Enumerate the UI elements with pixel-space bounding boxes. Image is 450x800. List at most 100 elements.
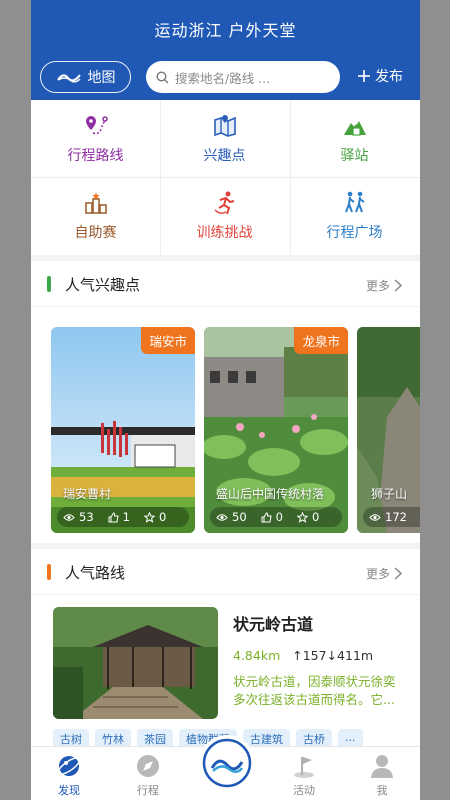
poi-stats: 50 0 0 (210, 507, 342, 527)
category-station[interactable]: 驿站 (290, 100, 419, 177)
route-pin-icon (85, 115, 108, 134)
views-count: 53 (79, 510, 94, 524)
favs-count: 0 (311, 510, 320, 524)
route-description: 状元岭古道，因泰顺状元徐奕多次往返该古道而得名。它... (233, 674, 396, 707)
likes-stat: 1 (108, 510, 130, 524)
flag-icon (294, 757, 314, 778)
star-icon (143, 511, 155, 523)
chevron-right-icon (394, 567, 402, 580)
favs-count: 0 (158, 510, 167, 524)
tab-itinerary[interactable]: 行程 (118, 753, 178, 798)
map-icon (213, 114, 236, 137)
poi-name: 盛山后中国传统村落 (216, 487, 325, 501)
app-header: 运动浙江 户外天堂 地图 搜索地名/路线 ... 发布 (31, 0, 420, 100)
section-header: 人气兴趣点 更多 (31, 261, 420, 307)
likes-stat: 0 (261, 510, 283, 524)
tab-label: 我 (376, 784, 388, 797)
views-count: 50 (232, 510, 247, 524)
category-itinerary-route[interactable]: 行程路线 (31, 100, 160, 177)
category-training-challenge[interactable]: 训练挑战 (160, 177, 289, 254)
app-title: 运动浙江 户外天堂 (154, 21, 297, 40)
city-tag: 瑞安市 (141, 327, 195, 354)
category-label: 行程广场 (326, 224, 383, 241)
logo-icon (202, 738, 252, 788)
publish-label: 发布 (375, 69, 403, 85)
poi-stats: 172 (363, 507, 420, 527)
tab-activity[interactable]: 活动 (274, 753, 334, 798)
category-poi[interactable]: 兴趣点 (160, 100, 289, 177)
map-button[interactable]: 地图 (40, 61, 131, 93)
planet-icon (57, 756, 81, 776)
poi-card[interactable]: 狮子山 172 (357, 327, 420, 533)
views-count: 172 (385, 510, 407, 524)
station-icon (343, 120, 366, 136)
views-stat: 53 (63, 510, 94, 524)
more-link[interactable]: 更多 (366, 277, 402, 294)
poi-name: 瑞安曹村 (63, 487, 112, 501)
poi-photo (51, 327, 195, 533)
category-label: 行程路线 (67, 147, 124, 164)
hikers-icon (344, 191, 365, 212)
section-divider (31, 306, 420, 307)
route-elevation: ↑157↓411m (292, 648, 374, 663)
category-grid: 行程路线 兴趣点 驿站 自助赛 训练挑战 行程广场 (31, 100, 420, 255)
section-header: 人气路线 更多 (31, 549, 420, 595)
favs-stat: 0 (296, 510, 320, 524)
favs-stat: 0 (143, 510, 167, 524)
popular-route-section: 人气路线 更多 状元岭古道 4.84km ↑157↓411m 状元岭古道，因泰顺… (31, 549, 420, 749)
more-label: 更多 (365, 279, 390, 293)
right-backdrop (420, 0, 450, 800)
poi-photo (357, 327, 420, 533)
section-title: 人气兴趣点 (65, 276, 141, 294)
category-itinerary-plaza[interactable]: 行程广场 (290, 177, 419, 254)
poi-card[interactable]: 龙泉市 盛山后中国传统村落 50 0 0 (204, 327, 348, 533)
poi-card[interactable]: 瑞安市 瑞安曹村 53 1 0 (51, 327, 195, 533)
tab-discover[interactable]: 发现 (39, 753, 99, 798)
thumb-up-icon (261, 511, 272, 522)
tab-label: 行程 (137, 784, 159, 797)
tab-label: 发现 (58, 784, 80, 797)
map-button-label: 地图 (87, 70, 116, 86)
route-title[interactable]: 状元岭古道 (233, 611, 313, 635)
category-self-race[interactable]: 自助赛 (31, 177, 160, 254)
user-icon (371, 755, 393, 778)
views-stat: 172 (369, 510, 407, 524)
eye-icon (216, 513, 228, 521)
section-divider (31, 594, 420, 595)
route-meta: 4.84km ↑157↓411m (233, 648, 373, 663)
tab-me[interactable]: 我 (352, 753, 412, 798)
search-icon (156, 70, 169, 83)
popular-poi-section: 人气兴趣点 更多 瑞安市 瑞安曹村 53 1 0 龙泉市 盛山后中国传统村落 5… (31, 261, 420, 543)
route-photo-image (53, 607, 218, 719)
runner-icon (213, 191, 234, 214)
eye-icon (369, 513, 381, 521)
thumb-up-icon (108, 511, 119, 522)
plus-icon (358, 70, 370, 82)
search-input[interactable]: 搜索地名/路线 ... (146, 61, 340, 93)
tab-label: 活动 (293, 784, 315, 797)
category-label: 驿站 (340, 147, 369, 164)
poi-name: 狮子山 (371, 487, 408, 501)
likes-count: 1 (122, 510, 130, 524)
city-tag: 龙泉市 (294, 327, 348, 354)
publish-button[interactable]: 发布 (357, 66, 403, 86)
eye-icon (63, 513, 75, 521)
views-stat: 50 (216, 510, 247, 524)
podium-icon (84, 191, 107, 214)
compass-icon (137, 755, 159, 777)
route-distance: 4.84km (233, 648, 281, 663)
center-action-button[interactable] (199, 735, 255, 791)
likes-count: 0 (275, 510, 283, 524)
poi-photo (204, 327, 348, 533)
category-label: 自助赛 (74, 224, 117, 241)
left-backdrop (0, 0, 31, 800)
more-label: 更多 (365, 567, 390, 581)
section-accent-bar (47, 276, 51, 292)
more-link[interactable]: 更多 (366, 565, 402, 582)
star-icon (296, 511, 308, 523)
category-label: 训练挑战 (196, 224, 253, 241)
category-label: 兴趣点 (203, 147, 246, 164)
section-title: 人气路线 (65, 564, 126, 582)
search-placeholder: 搜索地名/路线 ... (175, 70, 271, 86)
route-photo[interactable] (53, 607, 218, 719)
